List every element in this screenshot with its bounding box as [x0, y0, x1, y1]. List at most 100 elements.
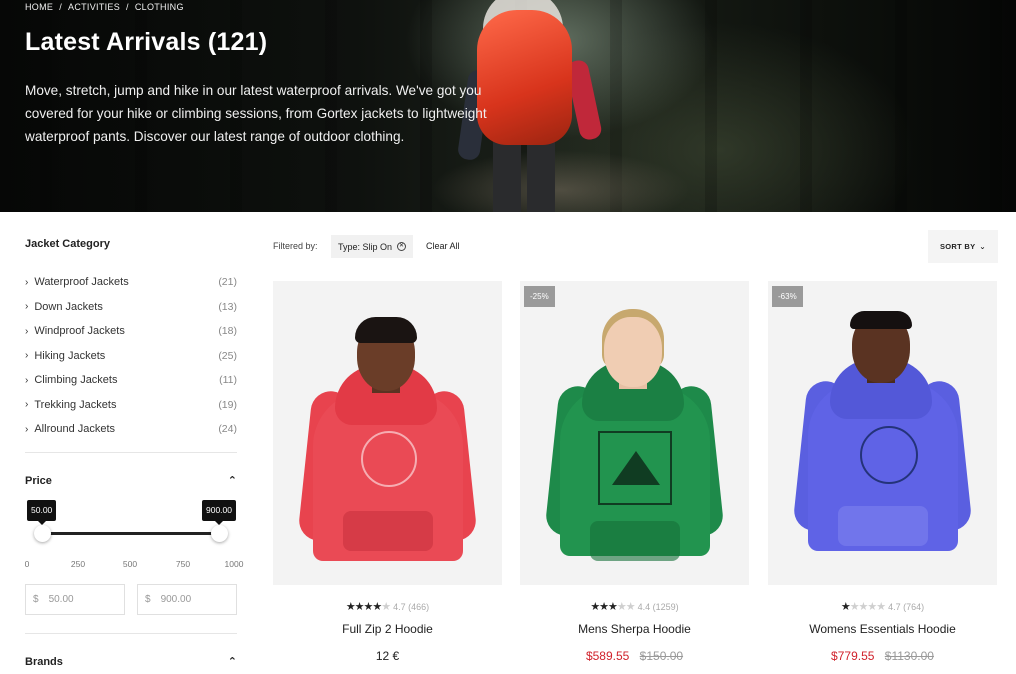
chip-label: Type: Slip On	[338, 241, 393, 252]
discount-badge: -25%	[524, 286, 555, 307]
price-max-field[interactable]: $	[137, 584, 237, 615]
results-toolbar: Filtered by: Type: Slip On ✕ Clear All S…	[273, 230, 998, 264]
product-rating: ★★★★★ 4.4 (1259)	[520, 600, 749, 613]
category-count: (24)	[218, 423, 237, 436]
price-min-tooltip: 50.00	[27, 500, 57, 525]
sale-price: $589.55	[585, 649, 630, 663]
close-icon[interactable]: ✕	[397, 242, 407, 251]
category-label: Windproof Jackets	[34, 325, 125, 338]
product-rating: ★★★★★ 4.7 (764)	[768, 600, 997, 613]
product-price: $589.55 $150.00	[520, 649, 749, 663]
clear-all-link[interactable]: Clear All	[426, 241, 460, 251]
price-value: 12 €	[375, 649, 400, 663]
rating-text: 4.7 (466)	[393, 601, 430, 612]
sale-price: $779.55	[831, 649, 875, 663]
sort-by-label: SORT BY	[939, 242, 976, 251]
product-name[interactable]: Mens Sherpa Hoodie	[520, 622, 749, 636]
original-price: $1130.00	[884, 649, 934, 663]
category-label: Trekking Jackets	[34, 398, 117, 411]
category-label: Climbing Jackets	[34, 374, 118, 387]
chevron-right-icon: ›	[25, 423, 29, 435]
discount-badge: -63%	[772, 286, 803, 307]
category-count: (21)	[218, 276, 237, 289]
price-min-input[interactable]	[48, 594, 109, 605]
category-count: (13)	[218, 300, 237, 313]
breadcrumb-activities[interactable]: ACTIVITIES	[68, 2, 120, 12]
category-item[interactable]: › Waterproof Jackets (21)	[25, 270, 237, 295]
category-item[interactable]: › Trekking Jackets (19)	[25, 393, 237, 418]
blue-hoodie-model	[768, 281, 997, 585]
category-count: (18)	[218, 325, 237, 338]
chevron-right-icon: ›	[25, 350, 29, 362]
category-label: Hiking Jackets	[34, 349, 106, 362]
star-rating-icon: ★★★★★	[590, 601, 635, 613]
page-title: Latest Arrivals (121)	[25, 28, 268, 56]
breadcrumb-home[interactable]: HOME	[25, 2, 53, 12]
rating-text: 4.7 (764)	[888, 601, 925, 612]
rating-text: 4.4 (1259)	[637, 601, 679, 612]
chevron-right-icon: ›	[25, 301, 29, 313]
scale-tick: 500	[122, 559, 138, 569]
price-inputs: $ $	[25, 584, 237, 615]
filter-sidebar: Jacket Category › Waterproof Jackets (21) …	[24, 212, 244, 674]
scale-tick: 250	[70, 559, 86, 569]
divider	[25, 633, 237, 634]
price-filter-header[interactable]: Price ⌃	[25, 474, 237, 488]
category-label: Waterproof Jackets	[34, 276, 129, 289]
breadcrumb-separator: /	[126, 2, 129, 12]
price-title: Price	[25, 474, 52, 487]
product-card[interactable]: -25% ★★★★★ 4.4 (1259) Mens Sherpa Hoodie…	[520, 281, 749, 663]
green-hoodie-model	[520, 281, 749, 585]
product-image[interactable]: -25%	[520, 281, 749, 585]
product-card[interactable]: ★★★★★ 4.7 (466) Full Zip 2 Hoodie 12 €	[273, 281, 502, 663]
product-image[interactable]	[273, 281, 502, 585]
price-min-handle[interactable]	[34, 525, 51, 542]
chevron-right-icon: ›	[25, 325, 29, 337]
category-item[interactable]: › Hiking Jackets (25)	[25, 344, 237, 369]
category-list: › Waterproof Jackets (21) › Down Jackets (13…	[25, 270, 237, 442]
price-max-handle[interactable]	[211, 525, 228, 542]
breadcrumb-clothing[interactable]: CLOTHING	[135, 2, 184, 12]
category-label: Allround Jackets	[34, 423, 116, 436]
price-slider-track[interactable]	[42, 532, 220, 535]
product-price: 12 €	[273, 649, 502, 663]
product-rating: ★★★★★ 4.7 (466)	[273, 600, 502, 613]
star-rating-icon: ★★★★★	[840, 601, 886, 613]
category-item[interactable]: › Climbing Jackets (11)	[25, 368, 237, 393]
chevron-right-icon: ›	[25, 276, 29, 288]
product-price: $779.55 $1130.00	[768, 649, 997, 663]
star-rating-icon: ★★★★★	[345, 601, 391, 613]
jacket-category-title: Jacket Category	[25, 238, 110, 250]
category-count: (19)	[218, 398, 237, 411]
product-image[interactable]: -63%	[768, 281, 997, 585]
page-description: Move, stretch, jump and hike in our late…	[25, 83, 487, 144]
price-min-field[interactable]: $	[25, 584, 125, 615]
currency-symbol: $	[33, 594, 39, 605]
scale-tick: 0	[24, 559, 30, 569]
filtered-by-label: Filtered by:	[273, 241, 318, 251]
price-max-input[interactable]	[160, 594, 221, 605]
chevron-down-icon: ⌄	[979, 242, 987, 251]
brands-title: Brands	[25, 655, 63, 668]
red-hoodie-model	[273, 281, 502, 585]
category-item[interactable]: › Windproof Jackets (18)	[25, 319, 237, 344]
chevron-right-icon: ›	[25, 399, 29, 411]
category-label: Down Jackets	[34, 300, 103, 313]
chevron-up-icon[interactable]: ⌃	[228, 655, 237, 668]
currency-symbol: $	[145, 594, 151, 605]
product-name[interactable]: Womens Essentials Hoodie	[768, 622, 997, 636]
breadcrumb-separator: /	[59, 2, 63, 12]
divider	[25, 452, 237, 453]
chevron-up-icon[interactable]: ⌃	[228, 474, 237, 487]
scale-tick: 750	[175, 559, 191, 569]
product-card[interactable]: -63% ★★★★★ 4.7 (764) Womens Essentials H…	[768, 281, 997, 663]
active-filter-chip[interactable]: Type: Slip On ✕	[331, 235, 414, 258]
category-count: (11)	[219, 374, 237, 387]
brands-filter-header[interactable]: Brands ⌃	[25, 655, 237, 669]
sort-by-button[interactable]: SORT BY ⌄	[928, 230, 998, 263]
category-item[interactable]: › Allround Jackets (24)	[25, 417, 237, 442]
category-item[interactable]: › Down Jackets (13)	[25, 295, 237, 320]
hero-banner: HOME / ACTIVITIES / CLOTHING Latest Arri…	[0, 0, 1016, 212]
product-name[interactable]: Full Zip 2 Hoodie	[273, 622, 502, 636]
scale-tick: 1000	[224, 559, 244, 569]
